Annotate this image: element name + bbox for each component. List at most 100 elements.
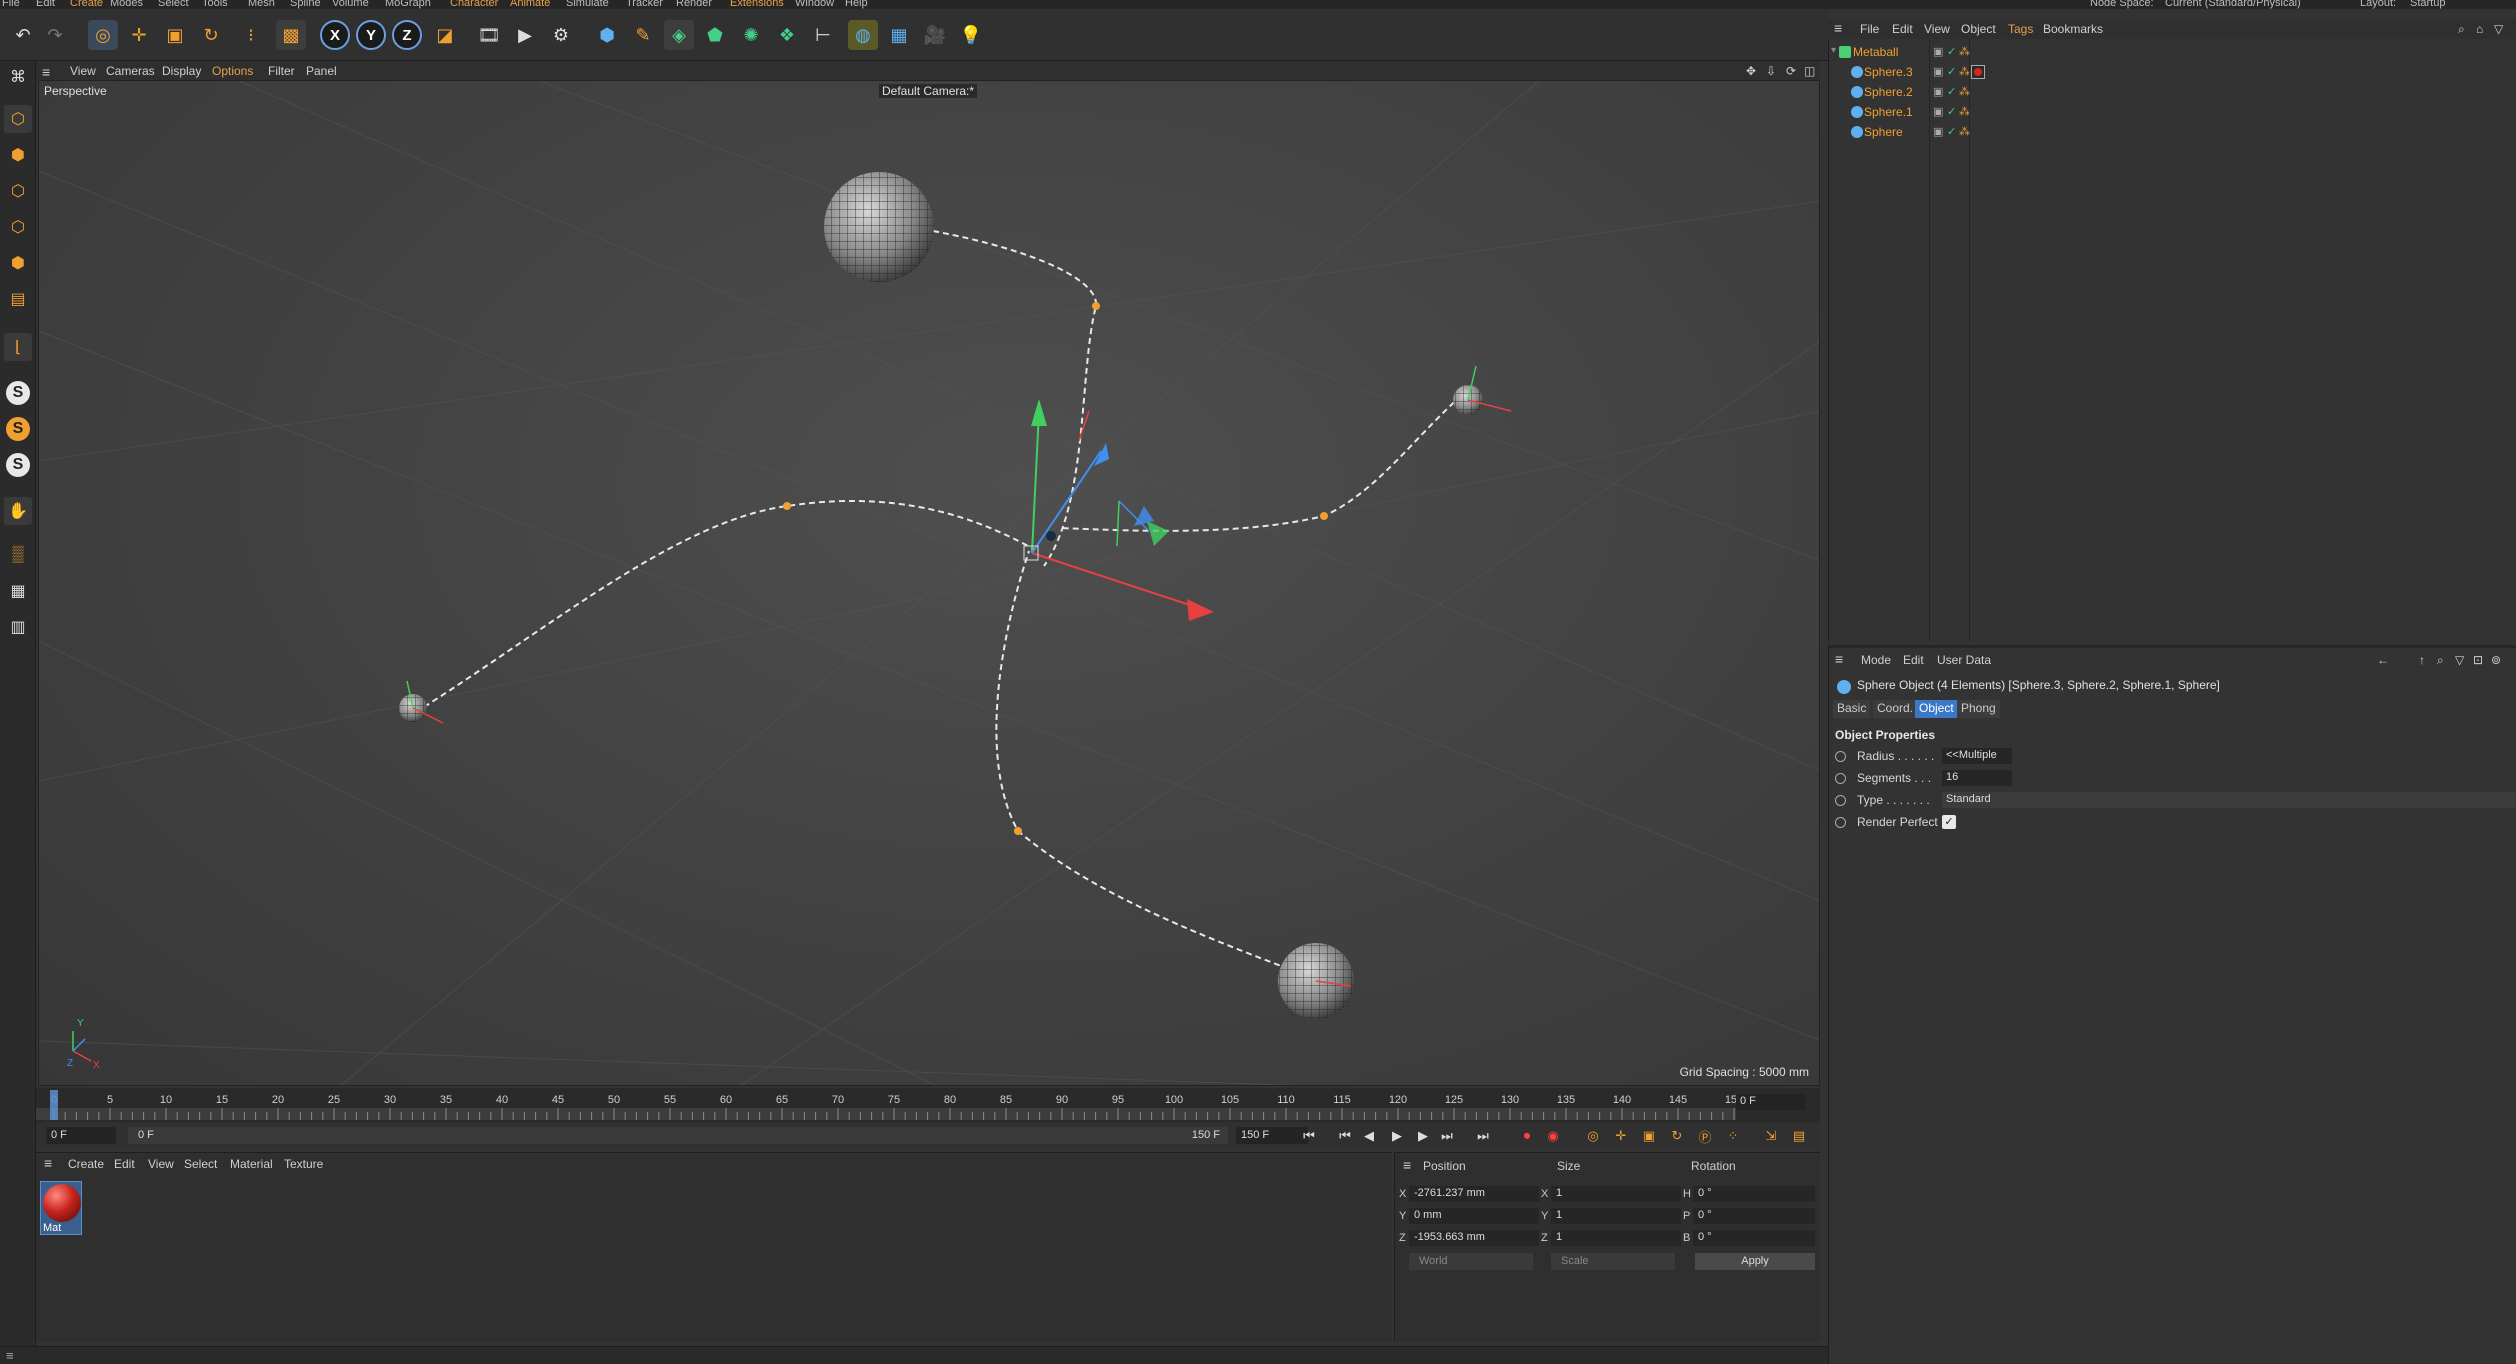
tab-coord[interactable]: Coord.: [1873, 700, 1918, 718]
object-menu-bookmarks[interactable]: Bookmarks: [2043, 22, 2103, 36]
object-name[interactable]: Sphere.1: [1864, 105, 1913, 119]
menu-animate[interactable]: Animate: [510, 0, 550, 9]
animate-dot-icon[interactable]: [1835, 795, 1846, 806]
tab-basic[interactable]: Basic: [1833, 700, 1871, 718]
record-icon[interactable]: ⏺: [1516, 1126, 1538, 1146]
material-thumbnail[interactable]: Mat: [40, 1181, 82, 1235]
autokey-icon[interactable]: ◉: [1542, 1126, 1564, 1146]
new-window-icon[interactable]: ⊚: [2491, 653, 2501, 667]
viewport-menu-filter[interactable]: Filter: [268, 64, 295, 78]
layout-dropdown[interactable]: Startup: [2410, 0, 2445, 9]
uv-mode-icon[interactable]: ▤: [4, 285, 32, 313]
segments-field[interactable]: 16: [1942, 770, 2012, 786]
menu-mesh[interactable]: Mesh: [248, 0, 275, 9]
visibility-toggle[interactable]: ▣: [1933, 85, 1943, 98]
y-axis-icon[interactable]: Y: [356, 20, 386, 50]
subdivision-icon[interactable]: ◈: [664, 20, 694, 50]
visibility-toggle[interactable]: ▣: [1933, 105, 1943, 118]
3d-viewport[interactable]: Perspective Default Camera:* Y X Z Grid …: [38, 80, 1820, 1086]
x-axis-icon[interactable]: X: [320, 20, 350, 50]
material-menu-material[interactable]: Material: [230, 1157, 273, 1171]
viewport-menu-icon[interactable]: ≡: [42, 64, 50, 80]
quantize-icon[interactable]: S: [6, 453, 30, 477]
enabled-check-icon[interactable]: ✓: [1947, 45, 1956, 58]
live-selection-icon[interactable]: ◎: [88, 20, 118, 50]
cloner-icon[interactable]: ✺: [736, 20, 766, 50]
object-tool-icon[interactable]: ⬡: [4, 105, 32, 133]
parameter-key-icon[interactable]: Ⓟ: [1694, 1126, 1716, 1146]
render-dots-icon[interactable]: ⁂: [1959, 85, 1970, 98]
menu-spline[interactable]: Spline: [290, 0, 321, 9]
mograph-icon[interactable]: ❖: [772, 20, 802, 50]
animate-dot-icon[interactable]: [1835, 773, 1846, 784]
position-key-icon[interactable]: ✛: [1610, 1126, 1632, 1146]
render-picture-viewer-icon[interactable]: ▶: [510, 20, 540, 50]
go-to-end-icon[interactable]: ⏭: [1472, 1126, 1494, 1146]
animate-dot-icon[interactable]: [1835, 817, 1846, 828]
scale-key-icon[interactable]: ▣: [1638, 1126, 1660, 1146]
object-menu-file[interactable]: File: [1860, 22, 1879, 36]
snap-icon[interactable]: S: [6, 381, 30, 405]
coord-rot-h-field[interactable]: 0 °: [1693, 1186, 1815, 1202]
object-filter-icon[interactable]: ▽: [2494, 22, 2503, 36]
expand-icon[interactable]: ▾: [1831, 45, 1836, 56]
visibility-toggle[interactable]: ▣: [1933, 65, 1943, 78]
object-mode-icon[interactable]: ▩: [276, 20, 306, 50]
material-menu-edit[interactable]: Edit: [114, 1157, 135, 1171]
previous-frame-icon[interactable]: ◀: [1358, 1126, 1380, 1146]
frame-range-slider[interactable]: 0 F 150 F: [128, 1127, 1228, 1144]
menu-extensions[interactable]: Extensions: [730, 0, 784, 9]
extrude-icon[interactable]: ⬟: [700, 20, 730, 50]
object-home-icon[interactable]: ⌂: [2476, 22, 2483, 36]
next-key-icon[interactable]: ⏭: [1436, 1126, 1458, 1146]
object-menu-edit[interactable]: Edit: [1892, 22, 1913, 36]
menu-create[interactable]: Create: [70, 0, 103, 9]
texture-mode-icon[interactable]: ⬢: [4, 141, 32, 169]
go-to-start-icon[interactable]: ⏮: [1298, 1126, 1320, 1146]
viewport-menu-view[interactable]: View: [70, 64, 96, 78]
pen-icon[interactable]: ✎: [628, 20, 658, 50]
rotate-icon[interactable]: ↻: [196, 20, 226, 50]
menu-tools[interactable]: Tools: [202, 0, 228, 9]
coord-rot-p-field[interactable]: 0 °: [1693, 1208, 1815, 1224]
render-dots-icon[interactable]: ⁂: [1959, 125, 1970, 138]
attribute-search-icon[interactable]: ⌕: [2437, 653, 2444, 668]
object-row-metaball[interactable]: ▾ Metaball ▣ ✓ ⁂: [1829, 42, 2516, 62]
render-dots-icon[interactable]: ⁂: [1959, 45, 1970, 58]
attribute-filter-icon[interactable]: ▽: [2455, 653, 2464, 667]
current-frame-field[interactable]: 0 F: [1736, 1094, 1806, 1110]
viewport-menu-display[interactable]: Display: [162, 64, 201, 78]
coord-size-y-field[interactable]: 1: [1551, 1208, 1681, 1224]
next-frame-icon[interactable]: ▶: [1412, 1126, 1434, 1146]
keyframe-selection-icon[interactable]: ◎: [1582, 1126, 1604, 1146]
move-icon[interactable]: ✛: [124, 20, 154, 50]
timeline-ticks[interactable]: 0510152025303540455055606570758085909510…: [36, 1088, 1736, 1122]
menu-select[interactable]: Select: [158, 0, 189, 9]
fcurve-window-icon[interactable]: ▤: [1788, 1126, 1810, 1146]
attribute-menu-user-data[interactable]: User Data: [1937, 653, 1991, 667]
undo-icon[interactable]: ↶: [8, 20, 38, 50]
animate-dot-icon[interactable]: [1835, 751, 1846, 762]
render-settings-icon[interactable]: ⚙: [546, 20, 576, 50]
enabled-check-icon[interactable]: ✓: [1947, 65, 1956, 78]
coord-pos-y-field[interactable]: 0 mm: [1409, 1208, 1539, 1224]
recent-tools-icon[interactable]: ⁝: [236, 20, 266, 50]
grid-icon[interactable]: ▒: [4, 541, 32, 569]
menu-render[interactable]: Render: [676, 0, 712, 9]
up-arrow-icon[interactable]: ↑: [2419, 653, 2425, 667]
model-mode-icon[interactable]: ⌘: [4, 63, 32, 91]
menu-character[interactable]: Character: [450, 0, 498, 9]
timeline-ruler[interactable]: 0510152025303540455055606570758085909510…: [36, 1088, 1820, 1122]
object-menu-view[interactable]: View: [1924, 22, 1950, 36]
material-menu-select[interactable]: Select: [184, 1157, 217, 1171]
redo-icon[interactable]: ↷: [40, 20, 70, 50]
material-menu-icon[interactable]: ≡: [44, 1155, 52, 1171]
status-menu-icon[interactable]: ≡: [6, 1348, 14, 1363]
coord-pos-x-field[interactable]: -2761.237 mm: [1409, 1186, 1539, 1202]
viewport-rotate-icon[interactable]: ⟳: [1786, 64, 1796, 78]
render-view-icon[interactable]: 🎞: [474, 20, 504, 50]
tab-phong[interactable]: Phong: [1957, 700, 2000, 718]
edges-mode-icon[interactable]: ⬡: [4, 213, 32, 241]
material-tag-icon[interactable]: [1971, 65, 1985, 79]
material-menu-view[interactable]: View: [148, 1157, 174, 1171]
